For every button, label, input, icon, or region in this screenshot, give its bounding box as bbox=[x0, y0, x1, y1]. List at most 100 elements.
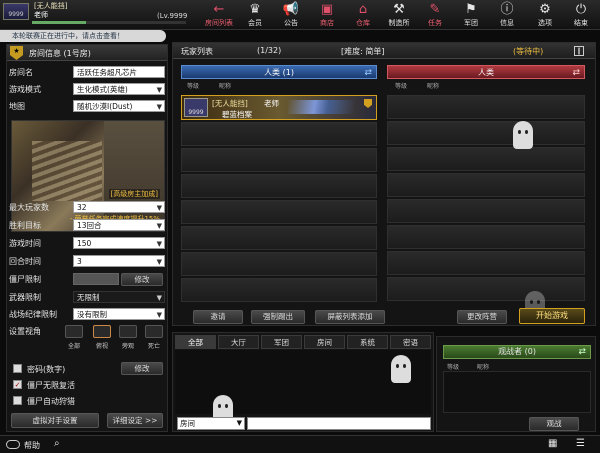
swap-icon[interactable]: ⇄ bbox=[364, 66, 372, 80]
room-info-panel: ★ 房间信息 (1号房) 房间名 活跃任务超凡芯片 游戏模式 生化模式(英雄) ▼… bbox=[6, 44, 168, 432]
chat-tab[interactable]: 系统 bbox=[347, 335, 388, 349]
nav-item-info[interactable]: ⓘ 信息 bbox=[489, 2, 525, 28]
nav-item-shop[interactable]: ▣ 商店 bbox=[309, 2, 345, 28]
room-info-header: ★ 房间信息 (1号房) bbox=[7, 45, 167, 61]
player-slot-empty[interactable] bbox=[181, 148, 377, 172]
shield-icon: ★ bbox=[10, 46, 23, 60]
chevron-down-icon: ▼ bbox=[156, 204, 162, 212]
virtual-opponent-button[interactable]: 虚拟对手设置 bbox=[11, 413, 99, 428]
player-slot-empty[interactable] bbox=[181, 122, 377, 146]
chat-tab[interactable]: 军团 bbox=[261, 335, 302, 349]
league-notice[interactable]: 本轮联赛正在进行中，请点击查看！ bbox=[0, 30, 166, 42]
chevron-down-icon: ▼ bbox=[156, 294, 162, 302]
player-slot-empty[interactable] bbox=[181, 278, 377, 302]
pause-icon[interactable]: ∥ bbox=[574, 46, 584, 56]
chevron-down-icon: ▼ bbox=[156, 258, 162, 266]
view-death-icon[interactable] bbox=[145, 325, 163, 338]
weapon-limit-select[interactable]: 无限制 ▼ bbox=[73, 291, 165, 303]
nav-item-warehouse[interactable]: ⌂ 仓库 bbox=[345, 2, 381, 28]
avatar[interactable]: 9999 bbox=[3, 3, 29, 20]
player-slot-1[interactable]: 9999 [无人能挡] 老师 碧蓝档案 bbox=[181, 95, 377, 120]
player-slot-empty[interactable] bbox=[387, 225, 585, 249]
discipline-select[interactable]: 没有限制 ▼ bbox=[73, 308, 165, 320]
player-slot-empty[interactable] bbox=[181, 226, 377, 250]
chat-tab[interactable]: 大厅 bbox=[218, 335, 259, 349]
view-all-icon[interactable] bbox=[65, 325, 83, 338]
win-target-select[interactable]: 13回合 ▼ bbox=[73, 219, 165, 231]
nav-item-gear[interactable]: ⚙ 选项 bbox=[527, 2, 563, 28]
change-team-button[interactable]: 更改阵营 bbox=[457, 310, 507, 324]
player-slot-empty[interactable] bbox=[387, 251, 585, 275]
win-target-value: 13回合 bbox=[77, 221, 102, 230]
nav-item-factory[interactable]: ⚒ 制造所 bbox=[381, 2, 417, 28]
nav-item-back-arrow[interactable]: ← 房间列表 bbox=[201, 2, 237, 28]
calendar-icon[interactable]: ▦ bbox=[548, 438, 557, 449]
win-target-label: 胜利目标 bbox=[9, 221, 41, 230]
player-slot-empty[interactable] bbox=[387, 147, 585, 171]
room-name-input[interactable]: 活跃任务超凡芯片 bbox=[73, 66, 165, 78]
col-name: 昵称 bbox=[427, 83, 440, 90]
player-slot-empty[interactable] bbox=[387, 199, 585, 223]
zombie-auto-label: 僵尸自动狩猎 bbox=[27, 397, 75, 406]
detail-settings-button[interactable]: 详细设定 >> bbox=[107, 413, 163, 428]
nav-item-label: 选项 bbox=[538, 19, 552, 27]
map-select[interactable]: 随机沙漠Ⅰ(Dust) ▼ bbox=[73, 100, 165, 112]
nav-item-task[interactable]: ✎ 任务 bbox=[417, 2, 453, 28]
chevron-down-icon: ▼ bbox=[156, 86, 162, 94]
max-players-select[interactable]: 32 ▼ bbox=[73, 201, 165, 213]
weapon-image bbox=[288, 100, 354, 114]
block-list-button[interactable]: 屏蔽列表添加 bbox=[315, 310, 385, 324]
player-slot-empty[interactable] bbox=[181, 252, 377, 276]
observe-button[interactable]: 观战 bbox=[529, 417, 579, 431]
chat-tab[interactable]: 房间 bbox=[304, 335, 345, 349]
round-time-row: 回合时间 3 ▼ bbox=[9, 255, 167, 268]
nav-item-label: 军团 bbox=[464, 19, 478, 27]
max-players-value: 32 bbox=[77, 203, 87, 212]
zombie-limit-modify-button[interactable]: 修改 bbox=[121, 273, 163, 286]
max-players-row: 最大玩家数 32 ▼ bbox=[9, 201, 167, 214]
player-slot-empty[interactable] bbox=[387, 121, 585, 145]
view-spectate-icon[interactable] bbox=[119, 325, 137, 338]
list-icon[interactable]: ☰ bbox=[576, 438, 585, 449]
player-slot-empty[interactable] bbox=[181, 174, 377, 198]
view-top-icon[interactable] bbox=[93, 325, 111, 338]
start-game-button[interactable]: 开始游戏 bbox=[519, 308, 585, 324]
search-icon[interactable]: ⌕ bbox=[54, 438, 60, 449]
nav-item-crown[interactable]: ♛ 会员 bbox=[237, 2, 273, 28]
swap-icon[interactable]: ⇄ bbox=[572, 66, 580, 80]
player-slot-empty[interactable] bbox=[387, 277, 585, 301]
player-slot-empty[interactable] bbox=[387, 173, 585, 197]
game-mode-select[interactable]: 生化模式(英雄) ▼ bbox=[73, 83, 165, 95]
round-time-select[interactable]: 3 ▼ bbox=[73, 255, 165, 267]
game-time-select[interactable]: 150 ▼ bbox=[73, 237, 165, 249]
view-row: 设置视角 全部 俯视 旁观 死亡 bbox=[9, 325, 167, 351]
chat-input[interactable] bbox=[247, 417, 431, 430]
chevron-down-icon: ▼ bbox=[156, 222, 162, 230]
nav-item-power[interactable]: ⏻ 结束 bbox=[563, 2, 599, 28]
win-target-row: 胜利目标 13回合 ▼ bbox=[9, 219, 167, 232]
chat-tab[interactable]: 密语 bbox=[390, 335, 431, 349]
info-icon: ⓘ bbox=[500, 2, 514, 17]
invite-button[interactable]: 邀请 bbox=[193, 310, 243, 324]
zombie-auto-checkbox[interactable] bbox=[13, 396, 22, 405]
chevron-down-icon: ▼ bbox=[156, 240, 162, 248]
warehouse-icon: ⌂ bbox=[358, 2, 368, 17]
player-slot-empty[interactable] bbox=[387, 95, 585, 119]
xp-bar bbox=[32, 21, 186, 24]
zombie-revive-checkbox[interactable]: ✓ bbox=[13, 380, 22, 389]
chat-channel-select[interactable]: 房间 ▼ bbox=[177, 417, 245, 430]
password-row: 密码(数字) 修改 bbox=[11, 362, 167, 375]
toggle-icon[interactable] bbox=[6, 440, 20, 449]
password-modify-button[interactable]: 修改 bbox=[121, 362, 163, 375]
password-checkbox[interactable] bbox=[13, 364, 22, 373]
chat-tab[interactable]: 全部 bbox=[175, 335, 216, 349]
help-label[interactable]: 帮助 bbox=[24, 440, 40, 451]
nav-item-megaphone[interactable]: 📢 公告 bbox=[273, 2, 309, 28]
kick-button[interactable]: 强制踢出 bbox=[251, 310, 305, 324]
nav-item-label: 任务 bbox=[428, 19, 442, 27]
swap-icon[interactable]: ⇄ bbox=[578, 346, 586, 358]
shop-icon: ▣ bbox=[320, 2, 334, 17]
nav-item-flag[interactable]: ⚑ 军团 bbox=[453, 2, 489, 28]
map-bonus-tag: [高级房主加成] bbox=[108, 189, 160, 199]
player-slot-empty[interactable] bbox=[181, 200, 377, 224]
